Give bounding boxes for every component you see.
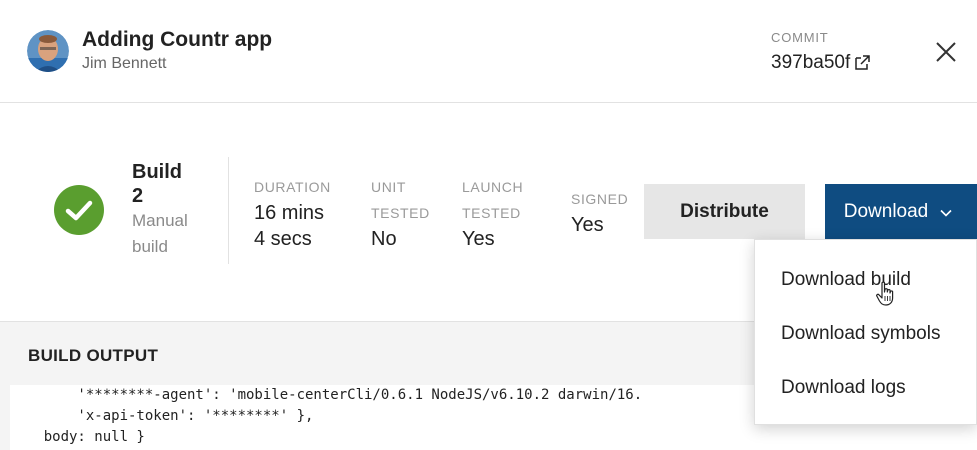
stat-label: UNIT	[371, 179, 407, 195]
commit-link[interactable]: 397ba50f	[771, 52, 871, 74]
build-title: Build	[132, 161, 182, 183]
stat-label: TESTED	[371, 205, 430, 221]
stat-value: Yes	[571, 214, 604, 236]
stat-launch-tested: LAUNCH TESTED Yes	[462, 174, 523, 252]
stat-value: Yes	[462, 228, 495, 250]
author-avatar	[27, 30, 69, 72]
stat-label: DURATION	[254, 179, 331, 195]
external-link-icon[interactable]	[853, 54, 871, 72]
stat-value: 16 mins	[254, 202, 325, 224]
download-button[interactable]: Download	[825, 184, 977, 239]
download-button-label: Download	[843, 200, 929, 222]
stat-label: LAUNCH	[462, 179, 524, 195]
commit-label: COMMIT	[771, 30, 829, 45]
stat-label: SIGNED	[571, 191, 629, 207]
download-menu: Download build Download symbols Download…	[754, 239, 977, 425]
check-circle-icon	[54, 185, 104, 235]
hand-pointer-icon	[875, 281, 897, 307]
stat-signed: SIGNED Yes	[571, 186, 628, 238]
commit-hash[interactable]: 397ba50f	[771, 52, 850, 74]
header: Adding Countr app Jim Bennett COMMIT 397…	[0, 0, 977, 103]
build-output-title: BUILD OUTPUT	[28, 346, 159, 365]
divider	[228, 157, 229, 264]
distribute-button[interactable]: Distribute	[644, 184, 805, 239]
commit-title: Adding Countr app	[82, 28, 273, 51]
stat-duration: DURATION 16 mins 4 secs	[254, 174, 331, 252]
build-trigger: Manual build	[132, 211, 188, 256]
stat-value: 4 secs	[254, 228, 312, 250]
stat-unit-tested: UNIT TESTED No	[371, 174, 430, 252]
menu-item-download-logs[interactable]: Download logs	[781, 377, 906, 399]
build-number: 2	[132, 185, 144, 207]
menu-item-download-symbols[interactable]: Download symbols	[781, 323, 940, 345]
chevron-down-icon	[940, 201, 952, 223]
log-line: body: null }	[10, 429, 145, 445]
close-icon[interactable]	[930, 36, 962, 68]
commit-author: Jim Bennett	[82, 55, 167, 72]
stat-label: TESTED	[462, 205, 521, 221]
build-summary: Build 2 Manual build	[132, 160, 222, 260]
stat-value: No	[371, 228, 397, 250]
